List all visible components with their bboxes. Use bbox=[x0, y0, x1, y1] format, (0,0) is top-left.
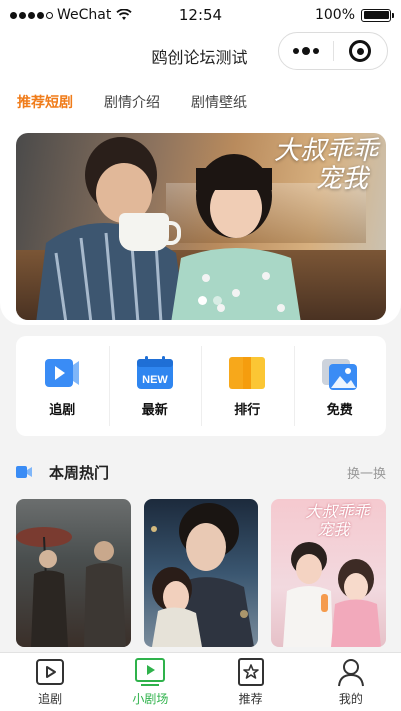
nav-bar: 鸥创论坛测试 bbox=[0, 30, 401, 82]
poster-item[interactable] bbox=[143, 499, 259, 647]
poster-3-title: 大叔乖乖 宠我 bbox=[305, 503, 369, 539]
tabbar-item-theater[interactable]: 小剧场 bbox=[100, 653, 200, 711]
category-label: 追剧 bbox=[49, 402, 76, 418]
category-label: 最新 bbox=[141, 402, 168, 418]
carousel-dot[interactable] bbox=[213, 296, 222, 305]
battery-percent: 100% bbox=[314, 7, 355, 23]
poster-item[interactable]: 大叔乖乖 宠我 bbox=[271, 499, 387, 647]
person-icon bbox=[337, 658, 364, 686]
tab-plot-wallpaper[interactable]: 剧情壁纸 bbox=[191, 92, 247, 112]
banner-section: 大叔乖乖 宠我 bbox=[0, 122, 401, 325]
category-new[interactable]: NEW 最新 bbox=[108, 336, 202, 436]
category-label: 排行 bbox=[234, 402, 261, 418]
theater-icon bbox=[135, 657, 166, 686]
category-grid: 追剧 NEW 最新 排行 免费 bbox=[16, 336, 386, 436]
banner-title-line2: 宠我 bbox=[315, 164, 368, 194]
poster-item[interactable] bbox=[16, 499, 131, 647]
new-calendar-icon: NEW bbox=[136, 355, 173, 389]
carousel-dot[interactable] bbox=[198, 296, 207, 305]
ranking-icon bbox=[229, 356, 266, 389]
tabbar-label: 小剧场 bbox=[132, 691, 169, 706]
play-box-icon bbox=[36, 658, 65, 685]
category-label: 免费 bbox=[326, 402, 353, 418]
tabbar-label: 我的 bbox=[338, 691, 363, 706]
poster-list: 大叔乖乖 宠我 bbox=[16, 499, 387, 649]
tabbar-label: 推荐 bbox=[238, 691, 263, 706]
more-icon[interactable] bbox=[279, 46, 333, 55]
status-time: 12:54 bbox=[178, 6, 223, 24]
poster-2-image bbox=[150, 503, 254, 647]
tab-plot-intro[interactable]: 剧情介绍 bbox=[104, 92, 160, 112]
banner-carousel[interactable]: 大叔乖乖 宠我 bbox=[16, 133, 386, 320]
carrier-name: WeChat bbox=[57, 7, 112, 23]
video-camera-icon bbox=[16, 466, 32, 478]
bottom-tabbar: 追剧 小剧场 推荐 我的 bbox=[0, 652, 401, 711]
poster-title-line1: 大叔乖乖 bbox=[305, 502, 370, 521]
banner-title-line1: 大叔乖乖 bbox=[273, 136, 378, 166]
tabbar-label: 追剧 bbox=[38, 691, 63, 706]
section-header: 本周热门 换一换 bbox=[16, 458, 386, 486]
tabbar-item-recommend[interactable]: 推荐 bbox=[201, 653, 301, 711]
tabbar-item-me[interactable]: 我的 bbox=[301, 653, 401, 711]
carousel-indicator bbox=[198, 296, 222, 305]
refresh-button[interactable]: 换一换 bbox=[347, 463, 386, 482]
free-image-icon bbox=[321, 358, 357, 390]
banner-cup bbox=[119, 213, 181, 251]
wifi-icon bbox=[116, 9, 132, 20]
poster-title-line2: 宠我 bbox=[317, 520, 350, 539]
category-free[interactable]: 免费 bbox=[293, 336, 387, 436]
signal-icon bbox=[10, 11, 53, 19]
video-play-icon bbox=[45, 358, 80, 387]
category-ranking[interactable]: 排行 bbox=[201, 336, 294, 436]
svg-text:NEW: NEW bbox=[142, 374, 168, 386]
battery-icon bbox=[361, 8, 394, 22]
banner-title: 大叔乖乖 宠我 bbox=[274, 137, 378, 193]
mini-program-capsule bbox=[278, 32, 388, 70]
category-follow[interactable]: 追剧 bbox=[16, 336, 109, 436]
close-mini-program-button[interactable] bbox=[333, 40, 387, 62]
tabbar-item-follow[interactable]: 追剧 bbox=[0, 653, 100, 711]
top-tabs: 推荐短剧 剧情介绍 剧情壁纸 bbox=[0, 82, 401, 122]
page-title: 鸥创论坛测试 bbox=[151, 48, 248, 67]
status-bar: WeChat 12:54 100% bbox=[0, 0, 401, 30]
star-icon bbox=[237, 657, 264, 686]
section-title: 本周热门 bbox=[49, 463, 110, 482]
close-circle-icon bbox=[349, 40, 372, 62]
tab-recommended-shorts[interactable]: 推荐短剧 bbox=[17, 92, 73, 112]
poster-1-image bbox=[16, 527, 126, 647]
